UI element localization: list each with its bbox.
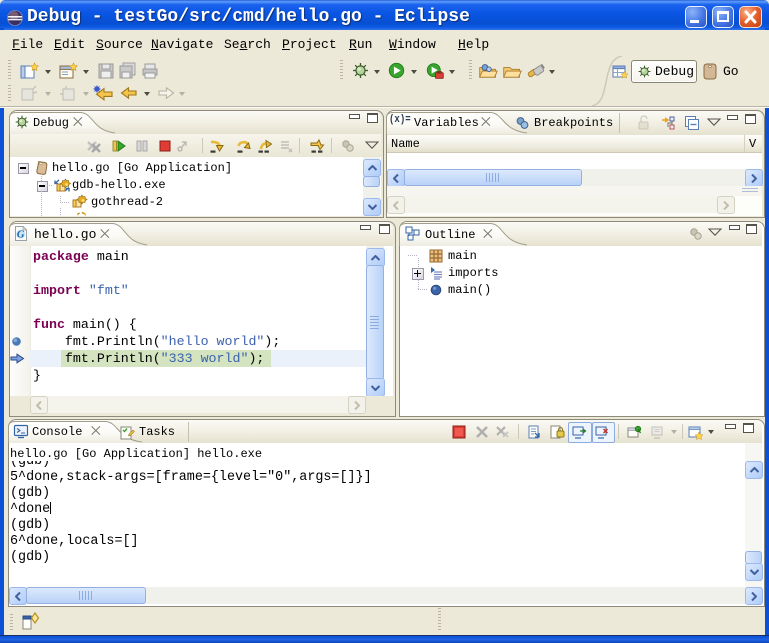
svg-text:G: G: [17, 230, 25, 241]
